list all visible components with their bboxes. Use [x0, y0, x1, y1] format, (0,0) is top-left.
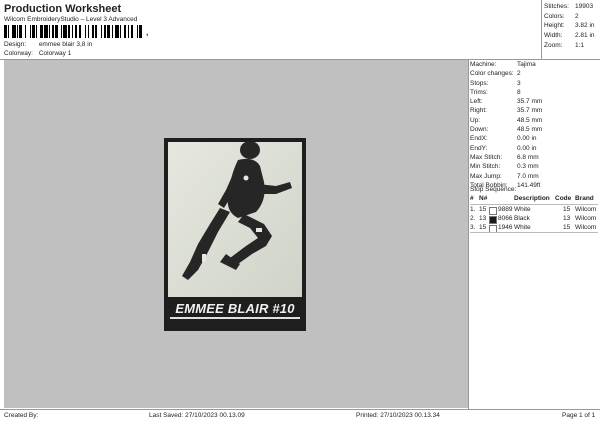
machine-info-row: Up: 48.5 mm [470, 116, 596, 125]
barcode-suffix: , [146, 28, 149, 37]
colorway-value: Colorway 1 [38, 50, 72, 57]
seq-color-code: 8066 [498, 215, 513, 222]
seq-needle: 15 [479, 206, 487, 213]
machine-info-label: Right: [470, 107, 487, 115]
machine-info-label: Up: [470, 116, 481, 124]
machine-info-value: 3 [517, 79, 521, 87]
design-row: Design: emmee blair 3,8 in [4, 41, 92, 48]
machine-info-label: Color changes: [470, 70, 514, 78]
machine-info-value: Tajima [517, 61, 536, 68]
seq-code: 15 [563, 206, 571, 213]
machine-info-row: Max Stitch: 6.8 mm [470, 153, 596, 162]
page-number: Page 1 of 1 [562, 412, 596, 419]
stop-sequence-title: Stop Sequence: [470, 186, 517, 193]
machine-info-row: Color changes: 2 [470, 69, 596, 78]
design-name-underline [170, 317, 300, 319]
machine-info-value: 2 [517, 70, 521, 78]
colorway-row: Colorway: Colorway 1 [4, 50, 71, 57]
machine-info-value: 0.00 in [517, 144, 537, 152]
panel-divider [468, 59, 469, 409]
machine-info-row: Trims: 8 [470, 88, 596, 97]
col-brand: Brand [575, 195, 594, 202]
machine-info-label: Left: [470, 98, 483, 106]
stat-row: Zoom: 1:1 [544, 41, 585, 49]
seq-description: White [514, 224, 531, 231]
machine-info-value: 7.0 mm [517, 172, 539, 180]
stat-row: Stitches: 19903 [544, 3, 594, 10]
machine-info-row: Min Stitch: 0.3 mm [470, 162, 596, 171]
seq-description: Black [514, 215, 530, 222]
seq-code: 13 [563, 215, 571, 222]
seq-color-code: 1946 [498, 224, 513, 231]
last-saved: Last Saved: 27/10/2023 00.13.09 [149, 412, 245, 419]
machine-info-value: 141.49ft [517, 181, 541, 189]
printed-date: Printed: 27/10/2023 00.13.34 [356, 412, 440, 419]
machine-info-label: EndX: [470, 135, 488, 143]
seq-description: White [514, 206, 531, 213]
barcode [4, 25, 144, 38]
machine-info-value: 0.00 in [517, 135, 537, 143]
machine-info-label: EndY: [470, 144, 488, 152]
col-code: Code [555, 195, 572, 202]
seq-brand: Wilcom [575, 206, 597, 213]
seq-num: 3. [470, 224, 476, 231]
machine-info-label: Trims: [470, 88, 488, 96]
machine-info-label: Stops: [470, 79, 489, 87]
machine-info-value: 35.7 mm [517, 98, 543, 106]
machine-info-row: Right: 35.7 mm [470, 106, 596, 115]
created-by: Created By: [4, 412, 39, 419]
machine-info-label: Max Jump: [470, 172, 502, 180]
seq-needle: 15 [479, 224, 487, 231]
stat-row: Colors: 2 [544, 12, 579, 20]
machine-info-label: Machine: [470, 61, 497, 68]
design-name-text: EMMEE BLAIR #10 [175, 301, 295, 316]
machine-info-value: 6.8 mm [517, 153, 539, 161]
player-silhouette-icon [168, 141, 302, 297]
machine-info-value: 35.7 mm [517, 107, 543, 115]
seq-header-rule [470, 204, 598, 205]
color-swatch-icon [489, 207, 497, 215]
machine-info-value: 0.3 mm [517, 163, 539, 171]
machine-info-row: Left: 35.7 mm [470, 97, 596, 106]
machine-info-row: Max Jump: 7.0 mm [470, 172, 596, 181]
design-value: emmee blair 3,8 in [38, 41, 93, 48]
color-swatch-icon [489, 216, 497, 224]
machine-info-row: EndY: 0.00 in [470, 144, 596, 153]
seq-num: 1. [470, 206, 476, 213]
stat-row: Width: 2.81 in [544, 32, 595, 40]
seq-code: 15 [563, 224, 571, 231]
seq-bottom-rule [470, 232, 598, 233]
embroidery-design-preview: EMMEE BLAIR #10 [164, 138, 306, 331]
machine-info-row: EndX: 0.00 in [470, 134, 596, 143]
machine-info-label: Down: [470, 126, 489, 134]
seq-brand: Wilcom [575, 215, 597, 222]
machine-info-panel: Machine: Tajima Color changes: 2 Stops: 3 Trim… [470, 60, 596, 190]
machine-info-label: Max Stitch: [470, 153, 503, 161]
software-subtitle: Wilcom EmbroideryStudio – Level 3 Advanc… [4, 16, 138, 23]
machine-info-row: Down: 48.5 mm [470, 125, 596, 134]
machine-info-row: Stops: 3 [470, 79, 596, 88]
machine-info-value: 48.5 mm [517, 116, 543, 124]
col-num: # [470, 195, 474, 202]
footer-divider [0, 409, 600, 410]
seq-color-code: 9889 [498, 206, 513, 213]
machine-info-value: 8 [517, 88, 521, 96]
machine-info-label: Min Stitch: [470, 163, 501, 171]
top-stats: Stitches: 19903 Colors: 2 Height: 3.82 in W… [544, 2, 595, 50]
design-background [168, 141, 302, 297]
machine-info-value: 48.5 mm [517, 126, 543, 134]
worksheet-title: Production Worksheet [4, 3, 122, 15]
seq-num: 2. [470, 215, 476, 222]
seq-brand: Wilcom [575, 224, 597, 231]
col-description: Description [514, 195, 550, 202]
stats-divider [541, 0, 542, 59]
col-n: N# [479, 195, 488, 202]
seq-needle: 13 [479, 215, 487, 222]
design-label: Design: [4, 41, 27, 48]
colorway-label: Colorway: [4, 50, 33, 57]
stat-row: Height: 3.82 in [544, 22, 595, 30]
machine-info-row: Machine: Tajima [470, 60, 596, 69]
